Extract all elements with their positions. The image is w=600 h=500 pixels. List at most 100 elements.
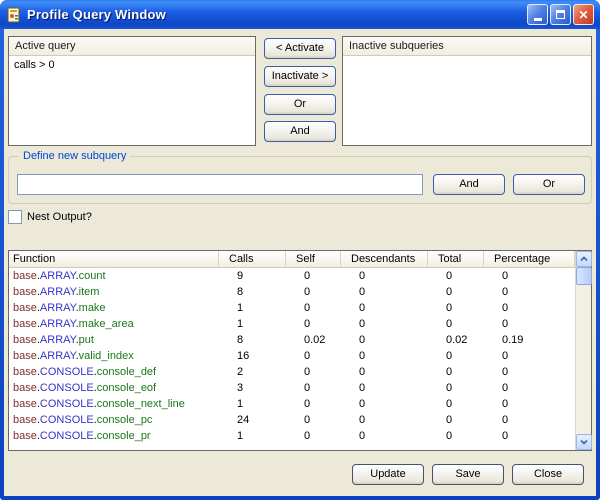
active-query-item[interactable]: calls > 0	[9, 56, 255, 74]
total-cell: 0	[428, 348, 484, 364]
nest-output-row: Nest Output?	[8, 210, 92, 224]
table-row[interactable]: base.CONSOLE.console_def20000	[9, 364, 575, 380]
nest-output-label: Nest Output?	[27, 211, 92, 223]
column-header-percentage[interactable]: Percentage	[484, 251, 575, 267]
minimize-icon	[534, 18, 542, 21]
self-cell: 0	[286, 364, 341, 380]
calls-cell: 2	[219, 364, 286, 380]
self-cell: 0	[286, 268, 341, 284]
table-row[interactable]: base.CONSOLE.console_pc240000	[9, 412, 575, 428]
function-cell: base.CONSOLE.console_pc	[9, 412, 219, 428]
function-cell: base.CONSOLE.console_pr	[9, 428, 219, 444]
table-row[interactable]: base.CONSOLE.console_next_line10000	[9, 396, 575, 412]
app-icon	[6, 7, 22, 23]
scrollbar-track[interactable]	[576, 285, 591, 434]
descendants-cell: 0	[341, 300, 428, 316]
save-button[interactable]: Save	[432, 464, 504, 485]
percentage-cell: 0	[484, 316, 575, 332]
scrollbar-thumb[interactable]	[576, 267, 592, 285]
table-header: FunctionCallsSelfDescendantsTotalPercent…	[9, 251, 575, 268]
inactive-subqueries-header: Inactive subqueries	[343, 37, 591, 56]
table-row[interactable]: base.ARRAY.valid_index160000	[9, 348, 575, 364]
self-cell: 0	[286, 284, 341, 300]
total-cell: 0	[428, 396, 484, 412]
column-header-function[interactable]: Function	[9, 251, 219, 267]
update-button[interactable]: Update	[352, 464, 424, 485]
active-query-header: Active query	[9, 37, 255, 56]
percentage-cell: 0	[484, 396, 575, 412]
active-query-list[interactable]: calls > 0	[9, 56, 255, 74]
maximize-icon	[556, 10, 565, 19]
table-row[interactable]: base.ARRAY.put80.0200.020.19	[9, 332, 575, 348]
nest-output-checkbox[interactable]	[8, 210, 22, 224]
chevron-down-icon	[580, 439, 588, 445]
percentage-cell: 0	[484, 364, 575, 380]
percentage-cell: 0	[484, 428, 575, 444]
percentage-cell: 0	[484, 300, 575, 316]
close-dialog-button[interactable]: Close	[512, 464, 584, 485]
function-cell: base.ARRAY.put	[9, 332, 219, 348]
total-cell: 0	[428, 428, 484, 444]
descendants-cell: 0	[341, 380, 428, 396]
column-header-calls[interactable]: Calls	[219, 251, 286, 267]
total-cell: 0	[428, 412, 484, 428]
table-row[interactable]: base.CONSOLE.console_eof30000	[9, 380, 575, 396]
percentage-cell: 0.19	[484, 332, 575, 348]
calls-cell: 1	[219, 428, 286, 444]
scroll-down-button[interactable]	[576, 434, 592, 450]
define-subquery-label: Define new subquery	[19, 150, 130, 162]
column-header-total[interactable]: Total	[428, 251, 484, 267]
calls-cell: 1	[219, 300, 286, 316]
calls-cell: 9	[219, 268, 286, 284]
profile-query-window: Profile Query Window ✕ Active query call…	[0, 0, 600, 500]
function-cell: base.ARRAY.valid_index	[9, 348, 219, 364]
self-cell: 0	[286, 428, 341, 444]
total-cell: 0	[428, 316, 484, 332]
percentage-cell: 0	[484, 348, 575, 364]
and-button[interactable]: And	[264, 121, 336, 142]
descendants-cell: 0	[341, 412, 428, 428]
self-cell: 0	[286, 300, 341, 316]
table-row[interactable]: base.ARRAY.count90000	[9, 268, 575, 284]
function-cell: base.ARRAY.make_area	[9, 316, 219, 332]
calls-cell: 8	[219, 284, 286, 300]
percentage-cell: 0	[484, 284, 575, 300]
total-cell: 0	[428, 300, 484, 316]
subquery-or-button[interactable]: Or	[513, 174, 585, 195]
table-main: FunctionCallsSelfDescendantsTotalPercent…	[9, 251, 575, 450]
function-cell: base.CONSOLE.console_next_line	[9, 396, 219, 412]
vertical-scrollbar[interactable]	[575, 251, 591, 450]
subquery-input[interactable]	[17, 174, 423, 195]
chevron-up-icon	[580, 256, 588, 262]
total-cell: 0	[428, 364, 484, 380]
titlebar[interactable]: Profile Query Window ✕	[0, 0, 600, 29]
self-cell: 0	[286, 348, 341, 364]
inactivate-button[interactable]: Inactivate >	[264, 66, 336, 87]
close-button[interactable]: ✕	[573, 4, 594, 25]
table-row[interactable]: base.ARRAY.item80000	[9, 284, 575, 300]
activate-button[interactable]: < Activate	[264, 38, 336, 59]
calls-cell: 16	[219, 348, 286, 364]
maximize-button[interactable]	[550, 4, 571, 25]
table-row[interactable]: base.CONSOLE.console_pr10000	[9, 428, 575, 444]
column-header-self[interactable]: Self	[286, 251, 341, 267]
subquery-and-button[interactable]: And	[433, 174, 505, 195]
calls-cell: 3	[219, 380, 286, 396]
titlebar-buttons: ✕	[527, 4, 594, 25]
or-button[interactable]: Or	[264, 94, 336, 115]
calls-cell: 8	[219, 332, 286, 348]
calls-cell: 24	[219, 412, 286, 428]
self-cell: 0	[286, 412, 341, 428]
table-row[interactable]: base.ARRAY.make10000	[9, 300, 575, 316]
column-header-descendants[interactable]: Descendants	[341, 251, 428, 267]
self-cell: 0	[286, 396, 341, 412]
scroll-up-button[interactable]	[576, 251, 592, 267]
self-cell: 0.02	[286, 332, 341, 348]
total-cell: 0	[428, 284, 484, 300]
descendants-cell: 0	[341, 332, 428, 348]
total-cell: 0	[428, 268, 484, 284]
total-cell: 0	[428, 380, 484, 396]
table-row[interactable]: base.ARRAY.make_area10000	[9, 316, 575, 332]
minimize-button[interactable]	[527, 4, 548, 25]
descendants-cell: 0	[341, 268, 428, 284]
